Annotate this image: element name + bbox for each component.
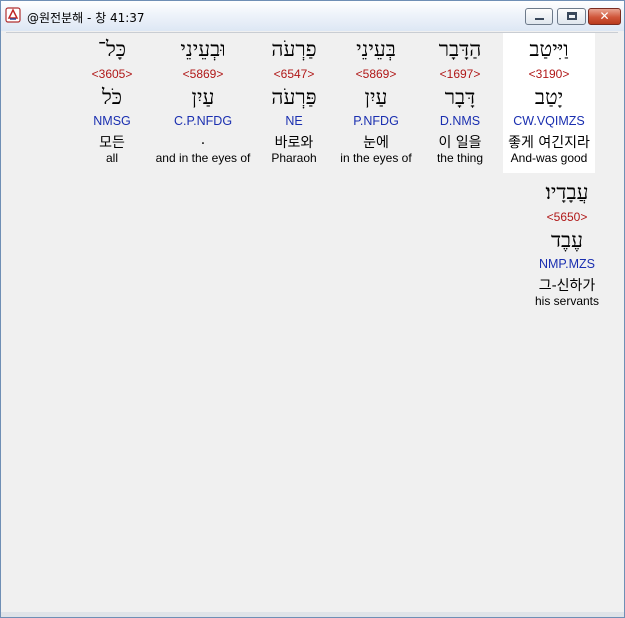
hebrew-lexeme: עַיִן xyxy=(364,85,388,109)
title-bar[interactable]: @원전분해 - 창 41:37 ✕ xyxy=(1,1,624,31)
english-gloss: his servants xyxy=(534,294,600,308)
morphology-code: P.NFDG xyxy=(353,114,399,128)
close-button[interactable]: ✕ xyxy=(588,8,621,25)
close-icon: ✕ xyxy=(599,9,610,23)
morphology-code: D.NMS xyxy=(439,114,481,128)
korean-gloss: 그-신하가 xyxy=(538,278,596,294)
word-cell[interactable]: בְּעֵינֵי <5869> עַיִן P.NFDG 눈에 in the … xyxy=(330,33,422,173)
strong-number-link[interactable]: <1697> xyxy=(414,67,506,81)
word-cell[interactable]: וּבְעֵינֵי <5869> עַיִן C.P.NFDG . and i… xyxy=(144,33,262,173)
strong-number-link[interactable]: <5869> xyxy=(144,67,262,81)
window-title: @원전분해 - 창 41:37 xyxy=(27,11,145,25)
hebrew-word: עֲבָדָיו׃ xyxy=(545,180,589,204)
app-window: @원전분해 - 창 41:37 ✕ וַיִּיטַב <3190> יָטַב… xyxy=(0,0,625,618)
minimize-icon xyxy=(535,18,544,20)
strong-number-link[interactable]: <5869> xyxy=(330,67,422,81)
hebrew-word: וַיִּיטַב xyxy=(529,37,569,61)
word-analysis-panel: וַיִּיטַב <3190> יָטַב CW.VQIMZS 좋게 여긴지라… xyxy=(6,32,618,612)
korean-gloss: 이 일을 xyxy=(438,135,482,151)
hebrew-lexeme: עַיִן xyxy=(191,85,215,109)
window-bottom-border xyxy=(1,612,624,617)
hebrew-word: הַדָּבָר xyxy=(438,37,482,61)
korean-gloss: 좋게 여긴지라 xyxy=(508,135,590,151)
morphology-code: CW.VQIMZS xyxy=(513,114,585,128)
morphology-code: NMSG xyxy=(93,114,131,128)
english-gloss: the thing xyxy=(436,151,484,165)
hebrew-word: וּבְעֵינֵי xyxy=(180,37,226,61)
morphology-code: NMP.MZS xyxy=(538,257,596,271)
english-gloss: And-was good xyxy=(510,151,588,165)
strong-number-link[interactable]: <3190> xyxy=(503,67,595,81)
english-gloss: in the eyes of xyxy=(340,151,412,165)
word-cell[interactable]: הַדָּבָר <1697> דָּבָר D.NMS 이 일을 the th… xyxy=(414,33,506,173)
korean-gloss: . xyxy=(200,132,206,148)
minimize-button[interactable] xyxy=(525,8,553,25)
hebrew-lexeme: עֶבֶד xyxy=(550,228,584,252)
strong-number-link[interactable]: <5650> xyxy=(521,210,613,224)
hebrew-word: בְּעֵינֵי xyxy=(356,37,396,61)
maximize-button[interactable] xyxy=(557,8,586,25)
app-icon xyxy=(5,7,21,23)
morphology-code: C.P.NFDG xyxy=(173,114,233,128)
hebrew-word: כָּל־ xyxy=(97,37,127,61)
hebrew-lexeme: יָטַב xyxy=(534,85,564,109)
hebrew-lexeme: דָּבָר xyxy=(444,85,476,109)
maximize-icon xyxy=(567,12,577,20)
word-cell[interactable]: עֲבָדָיו׃ <5650> עֶבֶד NMP.MZS 그-신하가 his… xyxy=(521,176,613,316)
korean-gloss: 모든 xyxy=(99,135,125,151)
strong-number-link[interactable]: <3605> xyxy=(80,67,144,81)
korean-gloss: 눈에 xyxy=(363,135,389,151)
english-gloss: all xyxy=(105,151,118,165)
word-cell[interactable]: כָּל־ <3605> כֹּל NMSG 모든 all xyxy=(80,33,144,173)
english-gloss: and in the eyes of xyxy=(155,151,251,165)
hebrew-lexeme: כֹּל xyxy=(101,85,123,109)
word-cell[interactable]: וַיִּיטַב <3190> יָטַב CW.VQIMZS 좋게 여긴지라… xyxy=(503,33,595,173)
